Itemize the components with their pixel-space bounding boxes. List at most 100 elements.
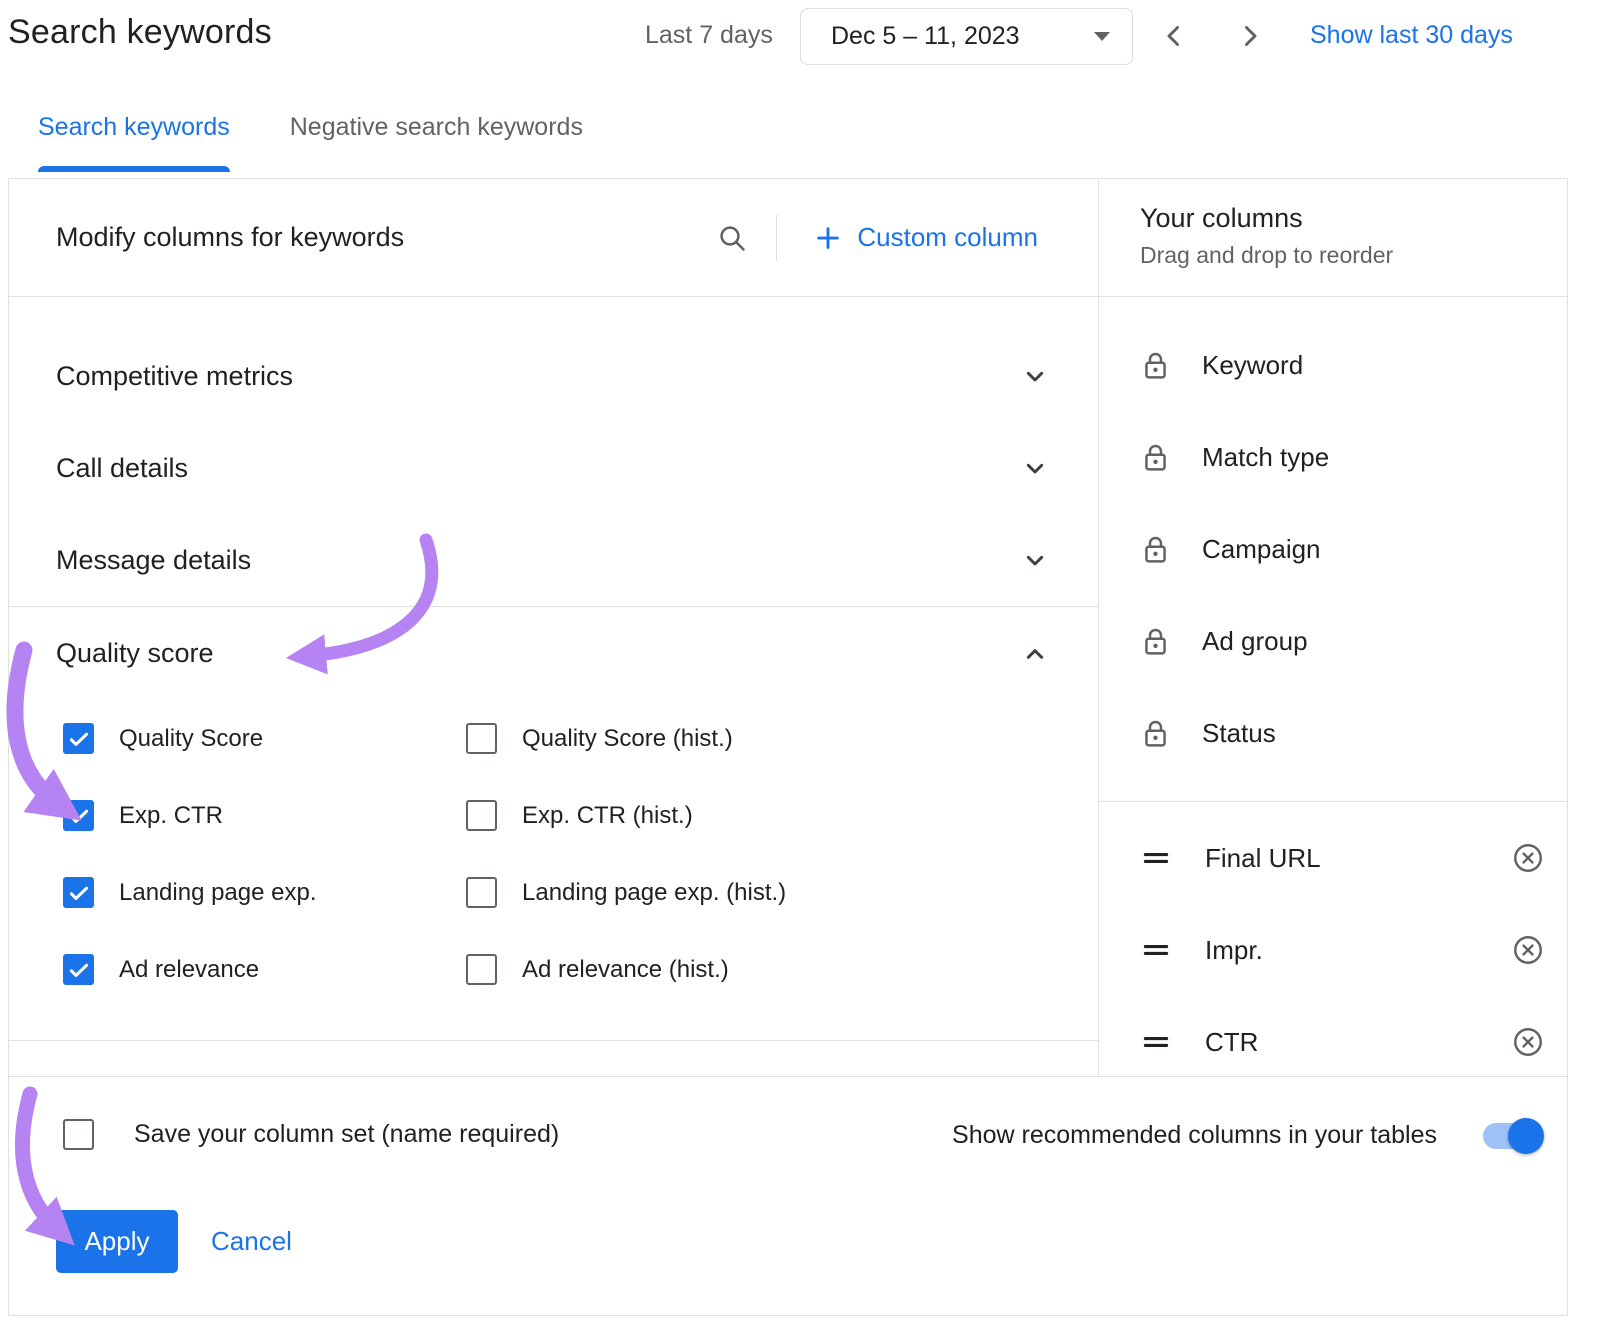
quality-options-row: Quality Score Quality Score (hist.): [9, 700, 1098, 777]
tab-negative-search-keywords[interactable]: Negative search keywords: [290, 113, 583, 172]
cancel-button[interactable]: Cancel: [211, 1210, 292, 1273]
lock-icon: [1139, 625, 1172, 658]
column-item-label: Impr.: [1205, 935, 1510, 966]
lock-icon: [1139, 533, 1172, 566]
column-item-ctr[interactable]: CTR: [1099, 996, 1568, 1076]
drag-drop-subtitle: Drag and drop to reorder: [1140, 242, 1568, 269]
quality-options-row: Ad relevance Ad relevance (hist.): [9, 931, 1098, 1008]
column-item-final-url[interactable]: Final URL: [1099, 812, 1568, 904]
check-icon: [66, 803, 92, 829]
remove-circle-icon: [1511, 933, 1545, 967]
page-title: Search keywords: [8, 13, 272, 52]
column-item-label: CTR: [1205, 1027, 1510, 1058]
remove-circle-icon: [1511, 841, 1545, 875]
lock-icon: [1139, 717, 1172, 750]
column-item-label: Final URL: [1205, 843, 1510, 874]
locked-columns-list: Keyword Match type Campaign Ad group Sta…: [1099, 297, 1568, 779]
date-picker-value: Dec 5 – 11, 2023: [831, 22, 1094, 51]
column-item-ad-group: Ad group: [1099, 595, 1568, 687]
checkbox-label: Exp. CTR: [119, 802, 223, 830]
column-item-label: Status: [1202, 718, 1546, 749]
chevron-down-icon: [1019, 544, 1051, 576]
checkbox-label: Landing page exp. (hist.): [522, 879, 786, 907]
lock-icon: [1139, 349, 1172, 382]
your-columns-panel: Your columns Drag and drop to reorder Ke…: [1098, 179, 1568, 1076]
custom-column-label: Custom column: [857, 222, 1038, 253]
checkbox-label: Landing page exp.: [119, 879, 317, 907]
chevron-up-icon: [1019, 638, 1051, 670]
your-columns-title: Your columns: [1140, 203, 1568, 234]
lock-icon: [1139, 441, 1172, 474]
remove-column-button[interactable]: [1510, 1024, 1546, 1060]
ad-relevance-hist-checkbox[interactable]: [466, 954, 497, 985]
drag-handle-icon[interactable]: [1139, 933, 1173, 967]
ad-relevance-checkbox[interactable]: [63, 954, 94, 985]
tab-search-keywords[interactable]: Search keywords: [38, 113, 230, 172]
date-picker-button[interactable]: Dec 5 – 11, 2023: [800, 8, 1133, 65]
section-quality-score[interactable]: Quality score: [9, 606, 1098, 700]
exp-ctr-checkbox[interactable]: [63, 800, 94, 831]
landing-page-exp-hist-checkbox[interactable]: [466, 877, 497, 908]
plus-icon: [813, 223, 843, 253]
search-keywords-page: Search keywords Last 7 days Dec 5 – 11, …: [0, 0, 1600, 1343]
drag-handle-icon[interactable]: [1139, 841, 1173, 875]
previous-period-button[interactable]: [1155, 17, 1193, 55]
toggle-knob: [1508, 1118, 1544, 1154]
remove-column-button[interactable]: [1510, 932, 1546, 968]
column-item-keyword: Keyword: [1099, 319, 1568, 411]
remove-column-button[interactable]: [1510, 840, 1546, 876]
checkbox-label: Exp. CTR (hist.): [522, 802, 693, 830]
draggable-columns-list: Final URL Impr. CTR: [1099, 802, 1568, 1076]
check-icon: [66, 726, 92, 752]
quality-score-checkbox[interactable]: [63, 723, 94, 754]
modify-columns-panel: Modify columns for keywords Custom colum…: [8, 178, 1568, 1316]
chevron-down-icon: [1019, 452, 1051, 484]
chevron-down-icon: [1019, 360, 1051, 392]
date-range-label: Last 7 days: [645, 21, 773, 50]
save-column-set-checkbox[interactable]: [63, 1119, 94, 1150]
checkbox-label: Ad relevance (hist.): [522, 956, 729, 984]
check-icon: [66, 957, 92, 983]
next-period-button[interactable]: [1231, 17, 1269, 55]
landing-page-exp-checkbox[interactable]: [63, 877, 94, 908]
search-button[interactable]: [714, 220, 750, 256]
quality-score-hist-checkbox[interactable]: [466, 723, 497, 754]
quality-options-row: Landing page exp. Landing page exp. (his…: [9, 854, 1098, 931]
modify-columns-title: Modify columns for keywords: [56, 222, 714, 253]
column-item-label: Match type: [1202, 442, 1546, 473]
column-item-impr[interactable]: Impr.: [1099, 904, 1568, 996]
section-call-details[interactable]: Call details: [9, 422, 1098, 514]
exp-ctr-hist-checkbox[interactable]: [466, 800, 497, 831]
tab-bar: Search keywords Negative search keywords: [38, 113, 583, 172]
chevron-right-icon: [1233, 19, 1267, 53]
save-column-set-row: Save your column set (name required): [63, 1119, 559, 1150]
column-item-campaign: Campaign: [1099, 503, 1568, 595]
custom-column-button[interactable]: Custom column: [813, 222, 1038, 253]
show-last-30-days-link[interactable]: Show last 30 days: [1310, 21, 1513, 50]
quality-score-options: Quality Score Quality Score (hist.): [9, 700, 1098, 1008]
check-icon: [66, 880, 92, 906]
panel-footer: Save your column set (name required) Sho…: [9, 1076, 1567, 1317]
column-item-status: Status: [1099, 687, 1568, 779]
drag-handle-icon[interactable]: [1139, 1025, 1173, 1059]
checkbox-label: Quality Score (hist.): [522, 725, 733, 753]
search-icon: [716, 222, 748, 254]
modify-columns-header: Modify columns for keywords Custom colum…: [9, 179, 1098, 297]
checkbox-label: Ad relevance: [119, 956, 259, 984]
chevron-left-icon: [1157, 19, 1191, 53]
section-message-details[interactable]: Message details: [9, 514, 1098, 606]
column-item-label: Campaign: [1202, 534, 1546, 565]
metric-sections: Competitive metrics Call details Message…: [9, 297, 1098, 606]
recommended-columns-toggle[interactable]: [1483, 1123, 1541, 1149]
recommended-columns-label: Show recommended columns in your tables: [952, 1121, 1437, 1150]
section-competitive-metrics[interactable]: Competitive metrics: [9, 330, 1098, 422]
quality-options-row: Exp. CTR Exp. CTR (hist.): [9, 777, 1098, 854]
save-column-set-label: Save your column set (name required): [134, 1120, 559, 1149]
column-item-match-type: Match type: [1099, 411, 1568, 503]
column-item-label: Keyword: [1202, 350, 1546, 381]
column-item-label: Ad group: [1202, 626, 1546, 657]
header-divider: [776, 215, 777, 261]
apply-button[interactable]: Apply: [56, 1210, 178, 1273]
columns-selection-panel: Modify columns for keywords Custom colum…: [9, 179, 1098, 1076]
caret-down-icon: [1094, 32, 1110, 41]
